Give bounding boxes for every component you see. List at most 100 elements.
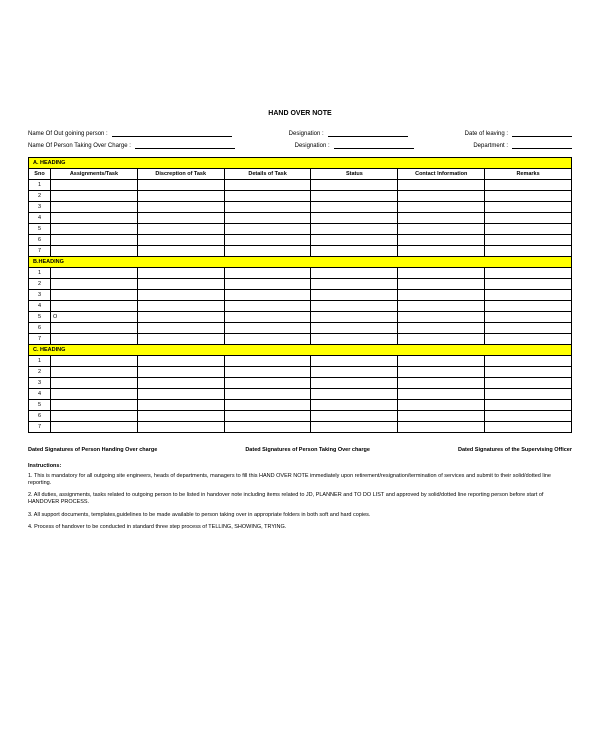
table-cell [51, 389, 138, 400]
table-cell [311, 213, 398, 224]
table-cell [311, 224, 398, 235]
table-cell [398, 334, 485, 345]
column-header: Details of Task [224, 169, 311, 180]
table-row: 1 [29, 180, 572, 191]
table-cell [51, 235, 138, 246]
table-cell [398, 301, 485, 312]
table-cell [137, 180, 224, 191]
table-cell [137, 290, 224, 301]
table-cell [485, 202, 572, 213]
table-row: 1 [29, 268, 572, 279]
table-cell [485, 224, 572, 235]
table-cell [224, 202, 311, 213]
table-cell: O [51, 312, 138, 323]
handover-table: A. HEADINGSnoAssignments/TaskDiscreption… [28, 157, 572, 433]
row-number: 4 [29, 301, 51, 312]
table-row: 2 [29, 279, 572, 290]
table-cell [485, 246, 572, 257]
table-cell [398, 235, 485, 246]
department-label: Department : [473, 143, 508, 149]
signature-supervising: Dated Signatures of the Supervising Offi… [458, 447, 572, 453]
table-cell [398, 246, 485, 257]
table-cell [224, 279, 311, 290]
date-leaving-label: Date of leaving : [465, 131, 508, 137]
table-cell [485, 301, 572, 312]
designation-line-2 [334, 141, 414, 149]
table-cell [311, 290, 398, 301]
table-cell [224, 224, 311, 235]
table-cell [137, 224, 224, 235]
designation-label-1: Designation : [289, 131, 324, 137]
table-cell [137, 279, 224, 290]
row-number: 4 [29, 389, 51, 400]
table-cell [51, 279, 138, 290]
table-cell [224, 213, 311, 224]
row-number: 6 [29, 411, 51, 422]
table-cell [51, 301, 138, 312]
table-cell [224, 422, 311, 433]
table-cell [51, 290, 138, 301]
table-cell [311, 268, 398, 279]
section-heading-row: B.HEADING [29, 257, 572, 268]
table-cell [51, 213, 138, 224]
table-cell [51, 367, 138, 378]
table-cell [137, 378, 224, 389]
table-cell [398, 312, 485, 323]
table-cell [51, 191, 138, 202]
table-cell [137, 389, 224, 400]
table-cell [485, 411, 572, 422]
table-row: 5 [29, 400, 572, 411]
table-cell [224, 246, 311, 257]
page-title: HAND OVER NOTE [28, 110, 572, 117]
table-cell [51, 378, 138, 389]
table-cell [485, 356, 572, 367]
row-number: 1 [29, 180, 51, 191]
table-cell [311, 367, 398, 378]
table-cell [137, 268, 224, 279]
table-cell [224, 301, 311, 312]
table-row: 4 [29, 301, 572, 312]
table-cell [137, 301, 224, 312]
table-cell [485, 312, 572, 323]
taking-over-line [135, 141, 235, 149]
document-page: HAND OVER NOTE Name Of Out goining perso… [0, 0, 600, 556]
table-cell [398, 323, 485, 334]
table-row: 6 [29, 411, 572, 422]
table-cell [51, 202, 138, 213]
table-cell [137, 191, 224, 202]
table-cell [398, 290, 485, 301]
row-number: 2 [29, 279, 51, 290]
table-cell [311, 180, 398, 191]
table-cell [137, 334, 224, 345]
table-cell [137, 202, 224, 213]
table-cell [51, 411, 138, 422]
section-heading-row: A. HEADING [29, 158, 572, 169]
table-cell [398, 268, 485, 279]
table-cell [51, 422, 138, 433]
table-cell [137, 367, 224, 378]
table-cell [224, 290, 311, 301]
table-cell [51, 224, 138, 235]
table-row: 5O [29, 312, 572, 323]
table-cell [485, 290, 572, 301]
table-row: 1 [29, 356, 572, 367]
table-cell [137, 213, 224, 224]
table-cell [485, 334, 572, 345]
table-row: 2 [29, 191, 572, 202]
table-cell [51, 268, 138, 279]
row-number: 4 [29, 213, 51, 224]
column-header: Remarks [485, 169, 572, 180]
table-cell [485, 279, 572, 290]
table-cell [224, 389, 311, 400]
row-number: 3 [29, 202, 51, 213]
table-cell [311, 312, 398, 323]
table-row: 4 [29, 213, 572, 224]
table-cell [311, 202, 398, 213]
table-cell [137, 422, 224, 433]
table-cell [224, 235, 311, 246]
table-cell [311, 389, 398, 400]
row-number: 5 [29, 312, 51, 323]
designation-label-2: Designation : [295, 143, 330, 149]
row-number: 1 [29, 268, 51, 279]
column-header: Discreption of Task [137, 169, 224, 180]
